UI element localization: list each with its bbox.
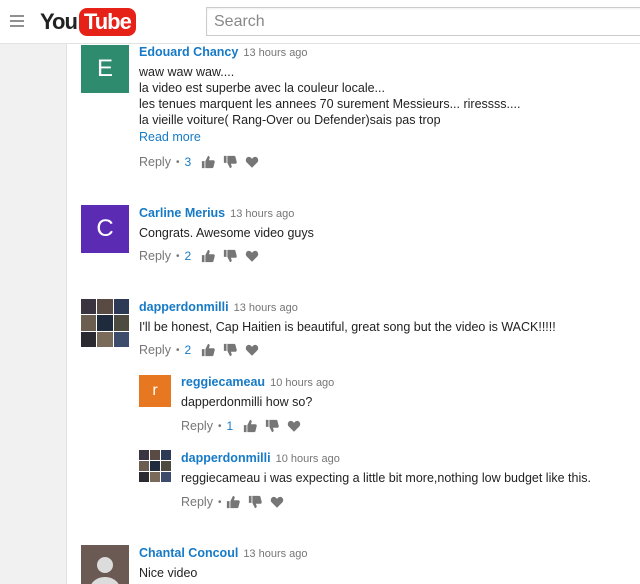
avatar[interactable]: r <box>139 375 171 407</box>
heart-icon[interactable] <box>287 419 301 433</box>
reply-comment: dapperdonmilli 10 hours ago reggiecameau … <box>139 450 639 510</box>
comment-header: reggiecameau 10 hours ago <box>181 374 334 389</box>
comment-timestamp[interactable]: 13 hours ago <box>243 548 307 560</box>
comment-text: la vieille voiture( Rang-Over ou Defende… <box>139 113 441 127</box>
comment-text: Congrats. Awesome video guys <box>139 226 314 240</box>
youtube-logo[interactable]: You Tube <box>40 8 136 36</box>
comment-actions: Reply • 2 <box>139 248 267 264</box>
comment-text: waw waw waw.... <box>139 65 235 79</box>
comment-text: I'll be honest, Cap Haitien is beautiful… <box>139 320 556 334</box>
reply-comment: r reggiecameau 10 hours ago dapperdonmill… <box>139 374 639 434</box>
search-box[interactable] <box>206 7 640 36</box>
comment-author[interactable]: dapperdonmilli <box>181 451 271 465</box>
thumbs-down-icon[interactable] <box>265 419 279 433</box>
reply-button[interactable]: Reply <box>181 495 213 509</box>
comment-actions: Reply • 2 <box>139 342 267 358</box>
logo-you-text: You <box>40 9 78 34</box>
comment-actions: Reply • 1 <box>181 418 309 434</box>
read-more-link[interactable]: Read more <box>139 130 201 144</box>
masthead: You Tube <box>0 0 640 44</box>
person-silhouette-icon <box>91 557 119 584</box>
thumbs-down-icon[interactable] <box>248 495 262 509</box>
thumbs-down-icon[interactable] <box>223 155 237 169</box>
comments-section: E Edouard Chancy 13 hours ago waw waw waw… <box>66 44 640 584</box>
heart-icon[interactable] <box>270 495 284 509</box>
separator-dot: • <box>175 156 180 168</box>
logo-tube-text: Tube <box>78 8 136 36</box>
comment-header: dapperdonmilli 10 hours ago <box>181 450 340 465</box>
comment-author[interactable]: Edouard Chancy <box>139 45 238 59</box>
comment-timestamp[interactable]: 10 hours ago <box>270 377 334 389</box>
thumbs-down-icon[interactable] <box>223 343 237 357</box>
comment-author[interactable]: Chantal Concoul <box>139 546 238 560</box>
comment-text: les tenues marquent les annees 70 sureme… <box>139 97 521 111</box>
avatar[interactable] <box>81 299 129 347</box>
heart-icon[interactable] <box>245 155 259 169</box>
comment-text: dapperdonmilli how so? <box>181 395 313 409</box>
comment-text: Nice video <box>139 566 198 580</box>
comment-header: Chantal Concoul 13 hours ago <box>139 545 308 560</box>
comment-thread: C Carline Merius 13 hours ago Congrats. A… <box>67 204 640 274</box>
comment-actions: Reply • 3 <box>139 154 267 170</box>
reply-button[interactable]: Reply <box>139 155 171 169</box>
thumbs-up-icon[interactable] <box>201 343 215 357</box>
comment-author[interactable]: dapperdonmilli <box>139 300 229 314</box>
comment-author[interactable]: reggiecameau <box>181 375 265 389</box>
separator-dot: • <box>175 250 180 262</box>
reply-button[interactable]: Reply <box>139 343 171 357</box>
heart-icon[interactable] <box>245 249 259 263</box>
reply-button[interactable]: Reply <box>139 249 171 263</box>
comment-timestamp[interactable]: 10 hours ago <box>276 453 340 465</box>
avatar[interactable]: C <box>81 205 129 253</box>
like-count: 1 <box>226 419 234 433</box>
thumbs-up-icon[interactable] <box>243 419 257 433</box>
heart-icon[interactable] <box>245 343 259 357</box>
thumbs-up-icon[interactable] <box>226 495 240 509</box>
comment-timestamp[interactable]: 13 hours ago <box>234 302 298 314</box>
comment-actions: Reply • <box>181 494 292 510</box>
comment-timestamp[interactable]: 13 hours ago <box>243 47 307 59</box>
comment-text: reggiecameau i was expecting a little bi… <box>181 471 591 485</box>
comment-thread: Chantal Concoul 13 hours ago Nice video <box>67 544 640 584</box>
thumbs-down-icon[interactable] <box>223 249 237 263</box>
search-input[interactable] <box>207 8 640 35</box>
thumbs-up-icon[interactable] <box>201 155 215 169</box>
comment-header: dapperdonmilli 13 hours ago <box>139 299 298 314</box>
separator-dot: • <box>175 344 180 356</box>
separator-dot: • <box>217 420 222 432</box>
comment-thread: E Edouard Chancy 13 hours ago waw waw waw… <box>67 44 640 184</box>
reply-button[interactable]: Reply <box>181 419 213 433</box>
avatar[interactable] <box>139 450 171 482</box>
comment-header: Carline Merius 13 hours ago <box>139 205 294 220</box>
comment-header: Edouard Chancy 13 hours ago <box>139 44 308 59</box>
like-count: 2 <box>184 343 192 357</box>
comment-text: la video est superbe avec la couleur loc… <box>139 81 385 95</box>
hamburger-menu-icon[interactable] <box>10 15 24 27</box>
comment-thread: dapperdonmilli 13 hours ago I'll be hones… <box>67 298 640 538</box>
like-count: 2 <box>184 249 192 263</box>
like-count: 3 <box>184 155 192 169</box>
comment-timestamp[interactable]: 13 hours ago <box>230 208 294 220</box>
thumbs-up-icon[interactable] <box>201 249 215 263</box>
avatar[interactable] <box>81 545 129 584</box>
avatar[interactable]: E <box>81 45 129 93</box>
separator-dot: • <box>217 496 222 508</box>
comment-author[interactable]: Carline Merius <box>139 206 225 220</box>
